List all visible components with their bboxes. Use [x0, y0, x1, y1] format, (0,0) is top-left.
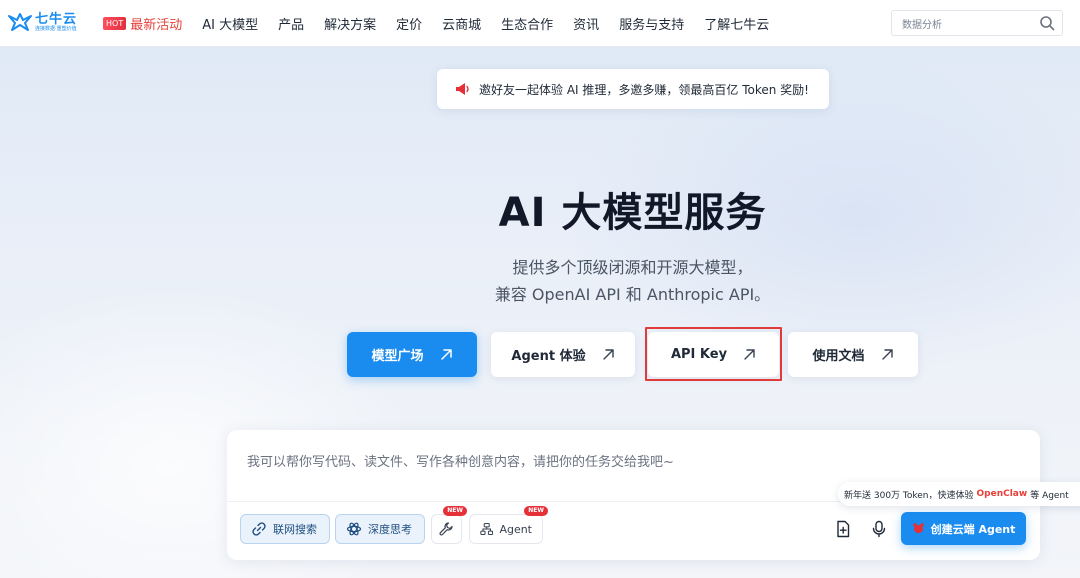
web-search-toggle[interactable]: 联网搜索: [240, 514, 330, 544]
brand-logo[interactable]: 七牛云 连接数据·重塑价值: [8, 10, 80, 36]
create-cloud-agent-label: 创建云端 Agent: [930, 522, 1016, 536]
new-badge: NEW: [524, 506, 548, 516]
model-square-label: 模型广场: [371, 349, 424, 364]
nav-item-news[interactable]: 资讯: [573, 14, 599, 33]
arrow-up-right-icon: [744, 349, 755, 360]
hero-subtitle-line-1: 提供多个顶级闭源和开源大模型，: [512, 258, 753, 277]
agent-trial-label: Agent 体验: [511, 349, 586, 364]
nav-item-solutions[interactable]: 解决方案: [324, 14, 376, 33]
microphone-icon: [872, 520, 886, 538]
brand-tagline: 连接数据·重塑价值: [35, 26, 77, 32]
hero-subtitle: 提供多个顶级闭源和开源大模型， 兼容 OpenAI API 和 Anthropi…: [0, 254, 1080, 308]
promo-tooltip: 新年送 300万 Token，快速体验 OpenClaw 等 Agent: [838, 482, 1080, 506]
deep-think-toggle[interactable]: 深度思考: [335, 514, 425, 544]
arrow-up-right-icon: [602, 349, 614, 360]
search-input[interactable]: 数据分析: [902, 16, 1039, 31]
chat-input[interactable]: 我可以帮你写代码、读文件、写作各种创意内容，请把你的任务交给我吧~: [247, 451, 674, 470]
sitemap-icon: [480, 523, 494, 535]
model-square-button[interactable]: 模型广场: [347, 332, 477, 377]
voice-input-button[interactable]: [868, 518, 890, 540]
promo-highlight: OpenClaw: [976, 489, 1028, 499]
hot-badge: HOT: [103, 17, 127, 30]
brand-text: 七牛云 连接数据·重塑价值: [35, 13, 77, 33]
promo-prefix: 新年送 300万 Token，快速体验: [844, 490, 974, 501]
api-key-label: API Key: [670, 347, 728, 362]
nav-menu: HOT 最新活动 AI 大模型 产品 解决方案 定价 云商城 生态合作 资讯 服…: [103, 0, 789, 47]
upload-file-button[interactable]: [832, 518, 854, 540]
qiniu-logo-icon: [8, 13, 32, 31]
hero-title: AI 大模型服务: [498, 190, 767, 236]
nav-item-about[interactable]: 了解七牛云: [704, 14, 769, 33]
agent-trial-button[interactable]: Agent 体验: [491, 332, 635, 377]
top-navbar: 七牛云 连接数据·重塑价值 HOT 最新活动 AI 大模型 产品 解决方案 定价…: [0, 0, 1080, 47]
search-box[interactable]: 数据分析: [891, 10, 1063, 36]
docs-button[interactable]: 使用文档: [788, 332, 918, 377]
atom-icon: [346, 522, 362, 536]
nav-item-products[interactable]: 产品: [278, 14, 304, 33]
file-plus-icon: [837, 520, 850, 538]
tools-button[interactable]: NEW: [431, 506, 467, 544]
docs-label: 使用文档: [812, 349, 865, 364]
announcement-text: 邀好友一起体验 AI 推理，多邀多赚，领最高百亿 Token 奖励!: [479, 82, 809, 97]
web-search-label: 联网搜索: [273, 523, 317, 536]
nav-item-pricing[interactable]: 定价: [396, 14, 422, 33]
agent-mode-label: Agent: [499, 522, 532, 536]
announcement-banner[interactable]: 邀好友一起体验 AI 推理，多邀多赚，领最高百亿 Token 奖励!: [437, 69, 829, 109]
nav-item-ecosystem[interactable]: 生态合作: [501, 14, 553, 33]
arrow-up-right-icon: [881, 349, 893, 360]
lobster-icon: [912, 523, 924, 533]
nav-item-marketplace[interactable]: 云商城: [442, 14, 481, 33]
nav-item-latest-events[interactable]: HOT 最新活动: [103, 14, 182, 33]
promo-suffix: 等 Agent: [1030, 490, 1069, 501]
agent-mode-button[interactable]: Agent NEW: [469, 506, 548, 544]
arrow-up-right-icon: [440, 349, 452, 360]
link-icon: [252, 522, 266, 536]
new-badge: NEW: [443, 506, 467, 516]
nav-item-ai-models[interactable]: AI 大模型: [202, 14, 258, 33]
api-key-button[interactable]: API Key: [648, 332, 779, 377]
deep-think-label: 深度思考: [368, 523, 412, 536]
search-icon[interactable]: [1039, 15, 1055, 31]
megaphone-icon: [456, 83, 469, 95]
hero-subtitle-line-2: 兼容 OpenAI API 和 Anthropic API。: [494, 285, 771, 304]
create-cloud-agent-button[interactable]: 创建云端 Agent: [901, 512, 1026, 545]
brand-name: 七牛云: [35, 12, 78, 27]
nav-item-label: 最新活动: [130, 18, 183, 33]
nav-item-support[interactable]: 服务与支持: [619, 14, 684, 33]
wrench-icon: [439, 522, 453, 536]
